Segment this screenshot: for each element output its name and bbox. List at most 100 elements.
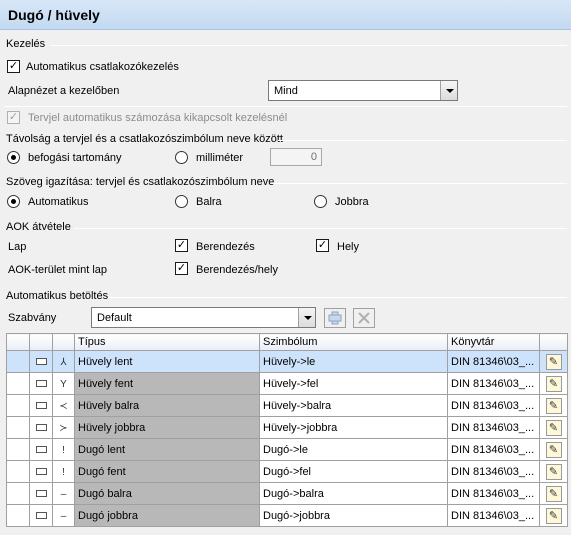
symbol-glyph-icon: ≻ [59,422,68,434]
row-type-cell[interactable] [29,504,53,527]
cell-szimbolum[interactable]: Dugó->jobbra [259,504,448,527]
header-tipus[interactable]: Típus [74,333,260,351]
connector-icon [35,490,47,498]
edit-icon[interactable]: ✎ [545,463,562,480]
cell-tipus[interactable]: Hüvely jobbra [74,416,260,439]
cell-konyvtar[interactable]: DIN 81346\03_... [447,482,540,505]
cell-tipus[interactable]: Dugó lent [74,438,260,461]
cell-szimbolum[interactable]: Hüvely->fel [259,372,448,395]
add-standard-button[interactable] [324,308,346,328]
table-row[interactable]: ⅄ Hüvely lent Hüvely->le DIN 81346\03_... ✎ [6,350,568,373]
chevron-down-icon[interactable] [298,308,315,327]
row-selector[interactable] [6,350,30,373]
millimeter-radio[interactable] [175,151,188,164]
row-selector[interactable] [6,460,30,483]
betoltes-group-divider [108,297,567,298]
cell-tipus[interactable]: Dugó jobbra [74,504,260,527]
berendezes-hely-label: Berendezés/hely [196,264,278,276]
row-edit-cell[interactable]: ✎ [539,504,568,527]
table-row[interactable]: ‒ Dugó balra Dugó->balra DIN 81346\03_... ✎ [6,482,568,505]
cell-szimbolum[interactable]: Dugó->balra [259,482,448,505]
table-row[interactable]: ≺ Hüvely balra Hüvely->balra DIN 81346\03_.… [6,394,568,417]
tervjel-checkbox[interactable]: ✓ [7,111,20,124]
cell-szimbolum[interactable]: Hüvely->balra [259,394,448,417]
cell-szimbolum[interactable]: Dugó->fel [259,460,448,483]
connector-icon [35,512,47,520]
table-row[interactable]: Y Hüvely fent Hüvely->fel DIN 81346\03_... ✎ [6,372,568,395]
row-selector[interactable] [6,504,30,527]
cell-tipus[interactable]: Dugó balra [74,482,260,505]
header-szimbolum[interactable]: Szimbólum [259,333,448,351]
row-type-cell[interactable] [29,416,53,439]
berendezes-label: Berendezés [196,241,255,253]
row-type-cell[interactable] [29,482,53,505]
edit-icon[interactable]: ✎ [545,375,562,392]
szabvany-label: Szabvány [8,312,57,324]
cell-konyvtar[interactable]: DIN 81346\03_... [447,350,540,373]
row-symbol-cell: ‒ [52,482,75,505]
row-selector[interactable] [6,394,30,417]
edit-icon[interactable]: ✎ [545,485,562,502]
igazitas-auto-radio[interactable] [7,195,20,208]
cell-szimbolum[interactable]: Dugó->le [259,438,448,461]
cell-konyvtar[interactable]: DIN 81346\03_... [447,460,540,483]
connector-icon [35,468,47,476]
header-rowsel [6,333,30,351]
alapnezet-select[interactable]: Mind [268,80,458,101]
row-selector[interactable] [6,416,30,439]
row-edit-cell[interactable]: ✎ [539,416,568,439]
aok-group-divider [74,228,567,229]
table-row[interactable]: ǃ Dugó lent Dugó->le DIN 81346\03_... ✎ [6,438,568,461]
row-type-cell[interactable] [29,438,53,461]
igazitas-jobbra-radio[interactable] [314,195,327,208]
row-type-cell[interactable] [29,350,53,373]
row-edit-cell[interactable]: ✎ [539,438,568,461]
table-row[interactable]: ≻ Hüvely jobbra Hüvely->jobbra DIN 81346\03… [6,416,568,439]
row-selector[interactable] [6,372,30,395]
cell-konyvtar[interactable]: DIN 81346\03_... [447,372,540,395]
row-type-cell[interactable] [29,394,53,417]
row-selector[interactable] [6,438,30,461]
hely-checkbox[interactable]: ✓ [316,239,329,252]
header-konyvtar[interactable]: Könyvtár [447,333,540,351]
cell-konyvtar[interactable]: DIN 81346\03_... [447,394,540,417]
row-edit-cell[interactable]: ✎ [539,350,568,373]
cell-szimbolum[interactable]: Hüvely->jobbra [259,416,448,439]
row-type-cell[interactable] [29,460,53,483]
row-selector[interactable] [6,482,30,505]
row-edit-cell[interactable]: ✎ [539,394,568,417]
row-edit-cell[interactable]: ✎ [539,372,568,395]
edit-icon[interactable]: ✎ [545,441,562,458]
cell-szimbolum[interactable]: Hüvely->le [259,350,448,373]
remove-standard-button[interactable] [353,308,375,328]
edit-icon[interactable]: ✎ [545,419,562,436]
cell-konyvtar[interactable]: DIN 81346\03_... [447,416,540,439]
edit-icon[interactable]: ✎ [545,353,562,370]
row-type-cell[interactable] [29,372,53,395]
szabvany-select[interactable]: Default [91,307,316,328]
cell-tipus[interactable]: Hüvely balra [74,394,260,417]
berendezes-hely-checkbox[interactable]: ✓ [175,262,188,275]
chevron-down-icon[interactable] [440,81,457,100]
table-row[interactable]: ‒ Dugó jobbra Dugó->jobbra DIN 81346\03_...… [6,504,568,527]
auto-csatlakozo-checkbox[interactable]: ✓ [7,60,20,73]
berendezes-checkbox[interactable]: ✓ [175,239,188,252]
cell-konyvtar[interactable]: DIN 81346\03_... [447,504,540,527]
table-row[interactable]: ǃ Dugó fent Dugó->fel DIN 81346\03_... ✎ [6,460,568,483]
alapnezet-label: Alapnézet a kezelőben [8,85,120,97]
cell-tipus[interactable]: Hüvely lent [74,350,260,373]
alapnezet-value: Mind [274,85,298,97]
befogasi-radio[interactable] [7,151,20,164]
row-edit-cell[interactable]: ✎ [539,460,568,483]
igazitas-balra-radio[interactable] [175,195,188,208]
header-col-symbol [52,333,75,351]
tavolsag-value-input[interactable]: 0 [270,148,322,166]
cell-tipus[interactable]: Hüvely fent [74,372,260,395]
cell-tipus[interactable]: Dugó fent [74,460,260,483]
row-edit-cell[interactable]: ✎ [539,482,568,505]
page-title: Dugó / hüvely [8,7,100,23]
cell-konyvtar[interactable]: DIN 81346\03_... [447,438,540,461]
symbol-glyph-icon: Y [60,378,67,390]
edit-icon[interactable]: ✎ [545,397,562,414]
edit-icon[interactable]: ✎ [545,507,562,524]
